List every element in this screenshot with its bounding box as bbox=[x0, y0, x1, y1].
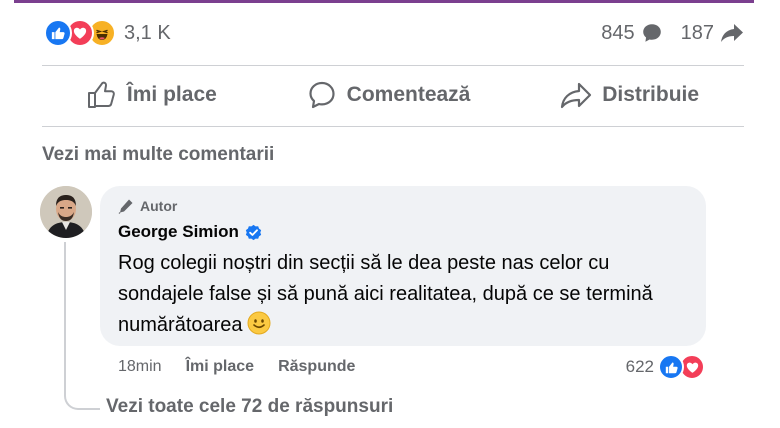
share-button-label: Distribuie bbox=[602, 83, 700, 106]
share-count-stat[interactable]: 187 bbox=[681, 22, 744, 45]
author-name: George Simion bbox=[118, 222, 239, 241]
pen-icon bbox=[118, 199, 133, 214]
like-button-label: Îmi place bbox=[126, 83, 217, 106]
reaction-summary-left[interactable]: 3,1 K bbox=[44, 19, 171, 47]
comment-count-stat[interactable]: 845 bbox=[601, 22, 662, 45]
thumbs-up-icon bbox=[87, 81, 115, 108]
avatar[interactable] bbox=[40, 186, 92, 238]
share-arrow-icon bbox=[721, 24, 743, 42]
reaction-count: 3,1 K bbox=[124, 21, 171, 44]
smiley-emoji-icon bbox=[247, 311, 271, 345]
comment-button[interactable]: Comentează bbox=[295, 72, 483, 118]
more-comments-link[interactable]: Vezi mai multe comentarii bbox=[42, 144, 274, 166]
reactions-summary: 3,1 K 845 187 bbox=[44, 18, 744, 48]
like-icon bbox=[658, 354, 684, 380]
share-count: 187 bbox=[680, 21, 714, 44]
view-replies-link[interactable]: Vezi toate cele 72 de răspunsuri bbox=[106, 396, 393, 418]
post-actions: Îmi place Comentează Distribuie bbox=[42, 66, 744, 124]
reply-thread-line bbox=[64, 242, 100, 410]
comment-author[interactable]: George Simion bbox=[118, 222, 688, 242]
comment-text: Rog colegii noștri din secții să le dea … bbox=[118, 248, 688, 345]
comment-reactions[interactable]: 622 bbox=[625, 354, 705, 380]
comment-bubble-icon bbox=[642, 24, 661, 42]
comment-icon bbox=[309, 81, 335, 109]
divider-bottom bbox=[42, 126, 744, 127]
top-accent-bar bbox=[14, 0, 754, 3]
comment-meta: 18min Îmi place Răspunde 622 bbox=[118, 354, 705, 380]
comment-timestamp[interactable]: 18min bbox=[118, 358, 162, 376]
author-badge: Autor bbox=[118, 198, 688, 214]
author-badge-label: Autor bbox=[140, 198, 178, 214]
like-icon bbox=[44, 19, 72, 47]
comment-like-link[interactable]: Îmi place bbox=[186, 358, 254, 376]
comment-reaction-count: 622 bbox=[625, 357, 654, 376]
comment-bubble: Autor George Simion Rog colegii noștri d… bbox=[100, 186, 706, 346]
comment-button-label: Comentează bbox=[346, 83, 471, 106]
post-stats-right: 845 187 bbox=[601, 22, 744, 45]
like-button[interactable]: Îmi place bbox=[75, 73, 229, 117]
reaction-icons bbox=[44, 19, 116, 47]
share-button[interactable]: Distribuie bbox=[548, 73, 711, 117]
comment-count: 845 bbox=[601, 21, 635, 44]
verified-badge-icon bbox=[245, 224, 262, 240]
comment-body: Rog colegii noștri din secții să le dea … bbox=[118, 252, 653, 336]
share-icon bbox=[561, 82, 592, 109]
comment-reply-link[interactable]: Răspunde bbox=[278, 358, 355, 376]
